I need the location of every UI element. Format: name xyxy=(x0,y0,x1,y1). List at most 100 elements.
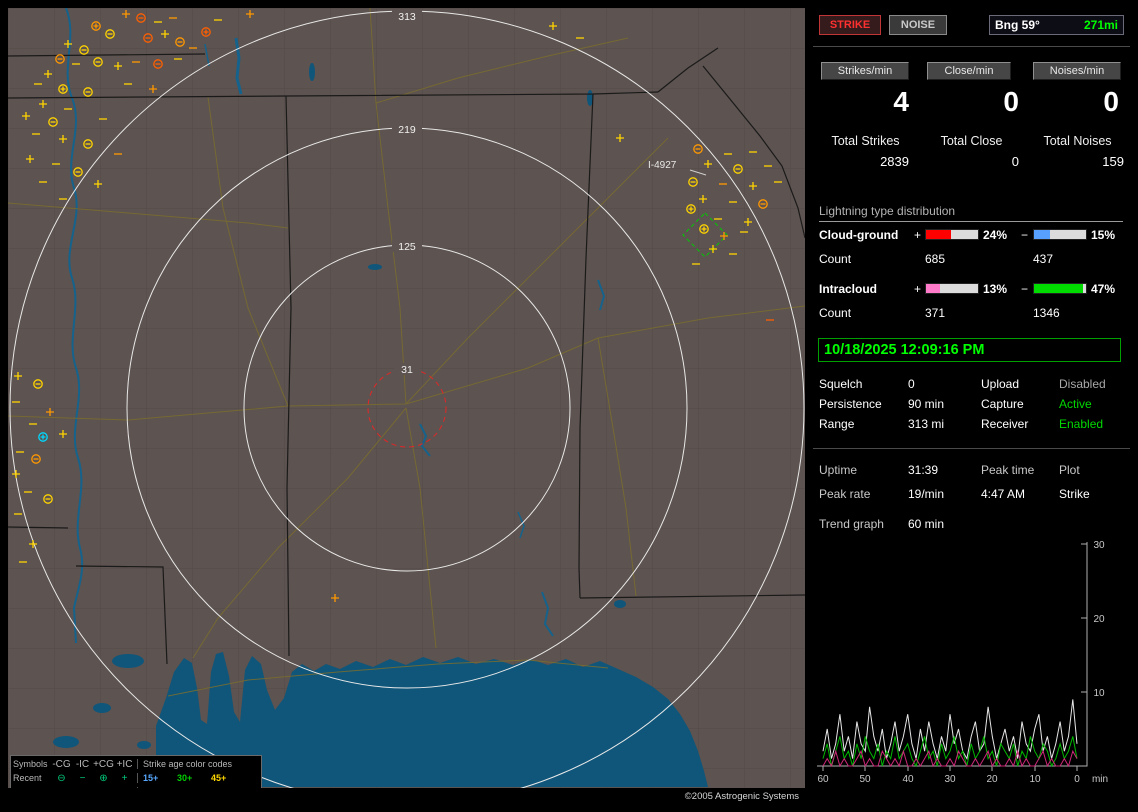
trend-graph-row: Trend graph 60 min xyxy=(813,517,1130,533)
close-per-min-button[interactable]: Close/min xyxy=(927,62,1011,80)
age-30-label: 30+ xyxy=(177,773,193,783)
ic-negative-bar xyxy=(1033,283,1087,294)
trend-graph: 60 50 40 30 20 10 0 min 30 20 10 xyxy=(817,540,1108,785)
upload-status: Disabled xyxy=(1059,377,1106,391)
noises-per-min-value: 0 xyxy=(1103,86,1119,117)
trend-x-labels: 60 50 40 30 20 10 0 min xyxy=(817,774,1108,785)
ic-positive-count: 371 xyxy=(925,306,946,320)
trend-x-label: 40 xyxy=(902,774,914,785)
plus-sign: + xyxy=(914,228,922,242)
minus-sign: − xyxy=(1021,228,1029,242)
intracloud-count-row: Count 371 1346 xyxy=(813,306,1130,320)
ring-label-219: 219 xyxy=(398,124,416,136)
peak-rate-value: 19/min xyxy=(908,487,945,501)
map-bottom-strip: ©2005 Astrogenic Systems xyxy=(8,788,805,805)
cg-positive-pct: 24% xyxy=(983,228,1008,242)
cloud-ground-label: Cloud-ground xyxy=(819,228,899,242)
total-close-label: Total Close xyxy=(940,134,1003,148)
uptime-label: Uptime xyxy=(819,463,858,477)
intracloud-label: Intracloud xyxy=(819,282,878,296)
peak-rate-label: Peak rate xyxy=(819,487,871,501)
cloud-ground-count-row: Count 685 437 xyxy=(813,252,1130,266)
uptime-value: 31:39 xyxy=(908,463,939,477)
capture-status: Active xyxy=(1059,397,1092,411)
minus-sign: − xyxy=(1021,282,1029,296)
ic-negative-pct: 47% xyxy=(1091,282,1116,296)
persistence-row: Persistence 90 min Capture Active xyxy=(813,397,1130,413)
trend-y-tickmarks xyxy=(1081,543,1087,693)
plus-sign: + xyxy=(914,282,922,296)
capture-label: Capture xyxy=(981,397,1024,411)
squelch-label: Squelch xyxy=(819,377,863,391)
ic-positive-pct: 13% xyxy=(983,282,1008,296)
total-strikes-value: 2839 xyxy=(880,154,909,169)
ring-label-313: 313 xyxy=(398,11,416,23)
squelch-row: Squelch 0 Upload Disabled xyxy=(813,377,1130,393)
legend-symbols-label: Symbols xyxy=(13,759,48,769)
legend-col-pcg: +CG xyxy=(93,758,114,770)
trend-graph-label: Trend graph xyxy=(819,517,884,531)
strike-toggle-button[interactable]: STRIKE xyxy=(819,15,881,35)
upload-label: Upload xyxy=(981,377,1020,391)
ic-negative-count: 1346 xyxy=(1033,306,1060,320)
intracloud-row: Intracloud + 13% − 47% xyxy=(813,282,1130,296)
plus-icon: + xyxy=(121,772,128,784)
trend-y-label: 30 xyxy=(1093,540,1105,551)
trend-y-label: 20 xyxy=(1093,614,1105,625)
range-row: Range 313 mi Receiver Enabled xyxy=(813,417,1130,433)
datetime-display: 10/18/2025 12:09:16 PM xyxy=(818,338,1121,362)
squelch-value: 0 xyxy=(908,377,915,391)
circle-minus-icon: ⊖ xyxy=(57,772,66,784)
legend-age-title: Strike age color codes xyxy=(143,759,233,769)
cg-negative-pct: 15% xyxy=(1091,228,1116,242)
peak-time-value: 4:47 AM xyxy=(981,487,1026,501)
trend-y-label: 10 xyxy=(1093,688,1105,699)
distribution-title: Lightning type distribution xyxy=(819,204,1123,222)
uptime-row: Uptime 31:39 Peak time Plot xyxy=(813,463,1130,479)
trend-series xyxy=(822,699,1078,768)
strikes-per-min-button[interactable]: Strikes/min xyxy=(821,62,909,80)
trend-x-label: 30 xyxy=(944,774,956,785)
trend-x-label: 10 xyxy=(1029,774,1041,785)
circle-plus-icon: ⊕ xyxy=(99,772,108,784)
receiver-status: Enabled xyxy=(1059,417,1104,431)
plot-label: Plot xyxy=(1059,463,1080,477)
legend-header-row: Symbols -CG -IC +CG +IC Strike age color… xyxy=(13,757,259,771)
lightning-map[interactable]: 313 219 125 31 I-4927 xyxy=(8,8,805,805)
trend-x-label: min xyxy=(1092,774,1108,785)
range-value: 313 mi xyxy=(908,417,945,431)
plot-value: Strike xyxy=(1059,487,1090,501)
map-panel[interactable]: 313 219 125 31 I-4927 Symbols -CG -IC +C… xyxy=(8,8,805,805)
cg-positive-count: 685 xyxy=(925,252,946,266)
legend-col-nic: -IC xyxy=(75,758,90,770)
receiver-label: Receiver xyxy=(981,417,1029,431)
total-strikes-label: Total Strikes xyxy=(831,134,900,148)
count-label: Count xyxy=(819,306,852,320)
cg-positive-bar xyxy=(925,229,979,240)
trend-y-labels: 30 20 10 xyxy=(1093,540,1105,699)
noises-per-min-button[interactable]: Noises/min xyxy=(1033,62,1121,80)
trend-x-label: 20 xyxy=(986,774,998,785)
strikes-per-min-value: 4 xyxy=(893,86,909,117)
legend-col-pic: +IC xyxy=(116,758,133,770)
legend-recent-label: Recent xyxy=(13,773,42,783)
trend-x-label: 60 xyxy=(817,774,829,785)
divider xyxy=(813,46,1130,47)
count-label: Count xyxy=(819,252,852,266)
trend-x-label: 0 xyxy=(1074,774,1080,785)
trend-graph-value: 60 min xyxy=(908,517,945,531)
bearing-box: Bng 59° 271mi xyxy=(989,15,1124,35)
total-close-value: 0 xyxy=(1011,154,1019,169)
sidebar: STRIKE NOISE Bng 59° 271mi Strikes/min C… xyxy=(813,8,1130,805)
trend-x-tickmarks xyxy=(822,766,1078,771)
total-noises-value: 159 xyxy=(1102,154,1124,169)
peak-time-label: Peak time xyxy=(981,463,1035,477)
cloud-ground-row: Cloud-ground + 24% − 15% xyxy=(813,228,1130,242)
minus-icon: − xyxy=(79,772,86,784)
noise-toggle-button[interactable]: NOISE xyxy=(889,15,947,35)
range-label: Range xyxy=(819,417,855,431)
total-noises-label: Total Noises xyxy=(1043,134,1112,148)
bearing-value: Bng 59° xyxy=(995,18,1040,32)
close-per-min-value: 0 xyxy=(1003,86,1019,117)
ring-label-31: 31 xyxy=(401,364,413,376)
